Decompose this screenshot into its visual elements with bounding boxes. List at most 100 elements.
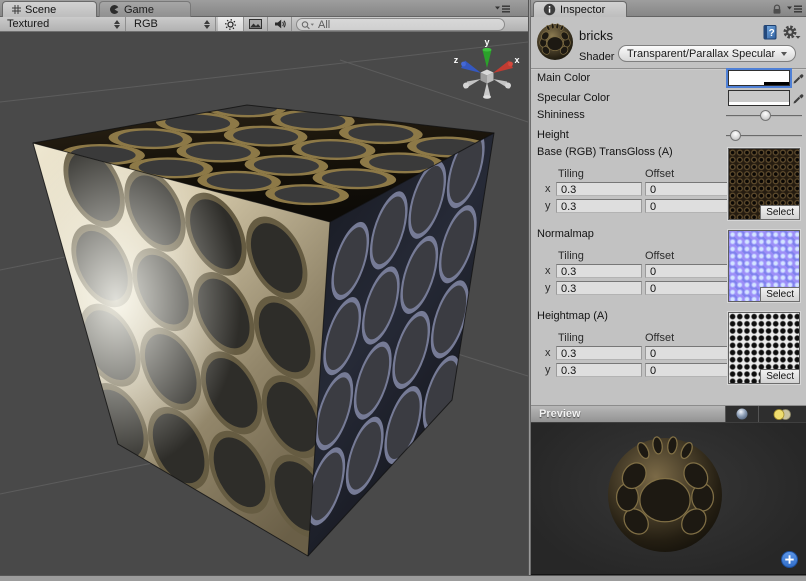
render-mode-dropdown[interactable]: Textured: [0, 17, 126, 31]
scene-audio-toggle[interactable]: [268, 17, 292, 31]
unity-editor-window: Scene Game Textured RGB: [0, 0, 806, 581]
shader-field-label: Shader: [579, 51, 614, 63]
y-axis-label: y: [545, 364, 551, 376]
search-value: All: [318, 19, 330, 31]
offset-y-field[interactable]: 0: [645, 363, 728, 377]
shininess-label: Shininess: [537, 109, 585, 121]
tab-game-label: Game: [124, 4, 154, 16]
tiling-header: Tiling: [558, 168, 584, 180]
scene-panel-menu-icon[interactable]: [495, 5, 511, 14]
normalmap-texture-thumbnail[interactable]: Select: [728, 230, 800, 302]
gear-icon[interactable]: [782, 24, 801, 41]
tiling-x-field[interactable]: 0.3: [556, 264, 642, 278]
scene-toolbar: Textured RGB: [0, 17, 528, 32]
tab-scene[interactable]: Scene: [2, 1, 97, 17]
preview-title: Preview: [531, 408, 581, 420]
dropdown-arrows-icon: [114, 20, 120, 29]
texture-label: Heightmap (A): [537, 310, 608, 322]
gizmo-y-axis[interactable]: [483, 50, 492, 68]
tiling-y-field[interactable]: 0.3: [556, 281, 642, 295]
material-ball-thumbnail: [536, 23, 574, 61]
preview-lighting-toggle[interactable]: [758, 406, 805, 422]
tab-game[interactable]: Game: [99, 1, 191, 17]
inspector-panel-menu-icon[interactable]: [787, 5, 803, 14]
tiling-y-field[interactable]: 0.3: [556, 363, 642, 377]
offset-x-field[interactable]: 0: [645, 346, 728, 360]
texture-label: Base (RGB) TransGloss (A): [537, 146, 673, 158]
scene-panel: Scene Game Textured RGB: [0, 0, 528, 581]
inspector-panel: Inspector bricks Shader Transparent/Para…: [531, 0, 806, 581]
tiling-header: Tiling: [558, 332, 584, 344]
texture-label: Normalmap: [537, 228, 594, 240]
render-mode-label: Textured: [0, 18, 114, 30]
dropdown-arrows-icon: [204, 20, 210, 29]
material-name: bricks: [579, 28, 613, 43]
offset-header: Offset: [645, 332, 674, 344]
slider-thumb[interactable]: [760, 110, 771, 121]
tiling-y-field[interactable]: 0.3: [556, 199, 642, 213]
tiling-x-field[interactable]: 0.3: [556, 346, 642, 360]
help-icon[interactable]: ?: [762, 24, 778, 41]
height-label: Height: [537, 129, 569, 141]
height-slider[interactable]: [726, 129, 802, 142]
y-axis-label: y: [545, 282, 551, 294]
scene-cube[interactable]: [33, 94, 501, 556]
scene-tabstrip: Scene Game: [0, 0, 528, 17]
shader-value: Transparent/Parallax Specular: [627, 48, 775, 60]
scene-viewport[interactable]: y x z: [0, 32, 528, 575]
gizmo-y-label: y: [484, 37, 489, 47]
add-preview-button[interactable]: [781, 551, 798, 568]
scene-search-input[interactable]: All: [296, 18, 505, 31]
panel-divider[interactable]: [528, 0, 531, 581]
tiling-header: Tiling: [558, 250, 584, 262]
texture-section-normalmap: Normalmap Tiling Offset x 0.3 0 y 0.3 0 …: [531, 228, 806, 310]
sun-icon: [224, 18, 237, 31]
scene-skybox-toggle[interactable]: [244, 17, 268, 31]
specular-color-swatch[interactable]: [728, 90, 790, 106]
heightmap-texture-thumbnail[interactable]: Select: [728, 312, 800, 384]
specular-color-label: Specular Color: [537, 92, 610, 104]
scene-lighting-toggle[interactable]: [218, 17, 244, 31]
x-axis-label: x: [545, 265, 551, 277]
main-color-label: Main Color: [537, 72, 590, 84]
offset-header: Offset: [645, 168, 674, 180]
shader-dropdown[interactable]: Transparent/Parallax Specular: [618, 45, 796, 62]
offset-x-field[interactable]: 0: [645, 264, 728, 278]
slider-thumb[interactable]: [730, 130, 741, 141]
chevron-down-icon: [781, 52, 787, 56]
preview-header-bar[interactable]: Preview: [531, 405, 806, 423]
preview-viewport: [531, 423, 806, 575]
search-icon: [301, 20, 315, 30]
shininess-slider[interactable]: [726, 109, 802, 122]
eyedropper-icon[interactable]: [792, 72, 805, 85]
offset-y-field[interactable]: 0: [645, 281, 728, 295]
select-texture-button[interactable]: Select: [760, 369, 800, 384]
orientation-gizmo[interactable]: y x z: [454, 37, 520, 99]
preview-header-controls: [725, 406, 806, 422]
window-bottom-strip: [0, 575, 806, 581]
eyedropper-icon[interactable]: [792, 92, 805, 105]
color-channels-dropdown[interactable]: RGB: [127, 17, 216, 31]
main-color-swatch[interactable]: [728, 70, 790, 86]
x-axis-label: x: [545, 347, 551, 359]
gizmo-x-label: x: [514, 55, 519, 65]
tab-scene-label: Scene: [25, 4, 56, 16]
tab-inspector-label: Inspector: [560, 4, 605, 16]
speaker-icon: [274, 18, 286, 30]
select-texture-button[interactable]: Select: [760, 287, 800, 302]
scene-grid-icon: [12, 5, 21, 14]
svg-text:?: ?: [769, 28, 775, 39]
game-view-icon: [109, 4, 120, 15]
tiling-x-field[interactable]: 0.3: [556, 182, 642, 196]
two-lights-icon: [772, 408, 793, 421]
tab-inspector[interactable]: Inspector: [533, 1, 627, 17]
offset-x-field[interactable]: 0: [645, 182, 728, 196]
base-texture-thumbnail[interactable]: Select: [728, 148, 800, 220]
info-icon: [543, 3, 556, 16]
gizmo-z-label: z: [454, 55, 459, 65]
offset-header: Offset: [645, 250, 674, 262]
offset-y-field[interactable]: 0: [645, 199, 728, 213]
select-texture-button[interactable]: Select: [760, 205, 800, 220]
lock-icon[interactable]: [771, 3, 783, 15]
preview-sphere-button[interactable]: [725, 406, 758, 422]
